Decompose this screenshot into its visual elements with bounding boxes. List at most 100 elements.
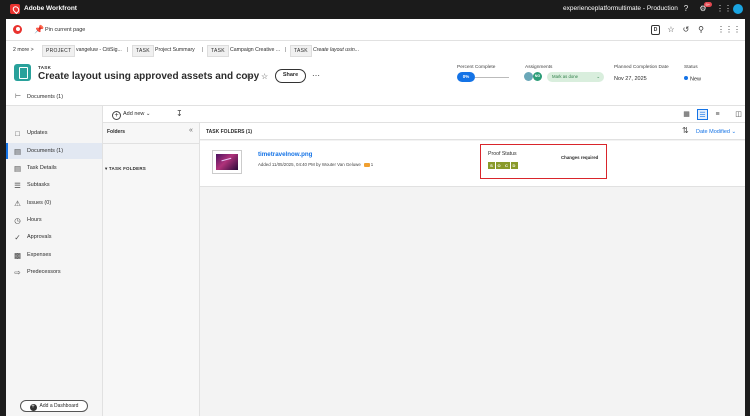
breadcrumb-current: Create layout usin... [313, 47, 360, 53]
search-icon[interactable]: ⚲ [696, 25, 706, 35]
side-panel-icon[interactable]: ◫ [733, 109, 744, 120]
frame-right [745, 19, 750, 416]
nav-item-label: Expenses [27, 252, 52, 258]
chevron-down-icon[interactable]: ⌄ [596, 72, 600, 82]
breadcrumb-task-link[interactable]: Project Summary [155, 45, 195, 55]
status-badge: New [684, 76, 701, 82]
comment-icon[interactable] [363, 162, 370, 167]
add-dashboard-label: Add a Dashboard [39, 403, 79, 409]
comment-count: 1 [370, 162, 374, 167]
pin-icon[interactable]: 📌 [34, 25, 44, 34]
global-header: Adobe Workfront experienceplatformultima… [0, 0, 750, 19]
add-new-button[interactable]: + Add new ⌄ [112, 109, 151, 120]
nav-item-label: Task Details [27, 165, 57, 171]
clock-icon: ◷ [14, 216, 21, 225]
task-type-label: TASK [38, 65, 52, 70]
breadcrumb-more[interactable]: 2 more > [13, 45, 34, 55]
planned-completion-field[interactable]: Planned Completion Date Nov 27, 2025 [614, 65, 669, 82]
folders-pane: Folders « ▾ TASK FOLDERS [103, 123, 200, 416]
folders-header: Folders [107, 129, 126, 135]
chat-icon: □ [15, 129, 20, 138]
star-icon[interactable]: ☆ [666, 25, 676, 35]
grid-view-icon[interactable]: ▦ [681, 109, 692, 120]
proof-stage-bar[interactable]: S O C D [488, 162, 518, 169]
collapse-icon[interactable]: « [189, 127, 193, 134]
document-row[interactable]: timetravelnow.png Added 11/05/2025, 04:4… [200, 141, 745, 187]
nav-item-updates[interactable]: □ Updates [6, 125, 102, 141]
nav-item-expenses[interactable]: ▩ Expenses [6, 247, 102, 263]
sort-dropdown[interactable]: Date Modified ⌄ [696, 129, 736, 135]
nav-item-approvals[interactable]: ✓ Approvals [6, 229, 102, 245]
document-letter-icon[interactable]: D [651, 25, 660, 35]
nav-item-issues[interactable]: ⚠ Issues (0) [6, 195, 102, 211]
nav-item-subtasks[interactable]: ☰ Subtasks [6, 177, 102, 193]
sort-icon[interactable]: ⇅ [682, 126, 689, 136]
mark-as-done-label: Mark as done [552, 74, 579, 79]
document-name-link[interactable]: timetravelnow.png [258, 151, 312, 158]
nav-item-hours[interactable]: ◷ Hours [6, 212, 102, 228]
favorite-star-icon[interactable]: ☆ [261, 72, 268, 82]
thumbnail-image [216, 154, 238, 170]
environment-switcher[interactable]: experienceplatformultimate - Production [563, 5, 678, 12]
breadcrumb-tag-project: PROJECT [42, 45, 76, 57]
task-folders-tree[interactable]: ▾ TASK FOLDERS [105, 166, 146, 172]
pin-current-page-button[interactable]: Pin current page [45, 27, 85, 33]
apps-grid-icon[interactable]: ⋮⋮ [716, 4, 732, 14]
divider [103, 143, 199, 144]
nav-item-label: Approvals [27, 234, 52, 240]
breadcrumb-task-link[interactable]: Campaign Creative ... [230, 45, 280, 55]
sort-label: Date Modified [696, 129, 730, 135]
breadcrumb-tag-task: TASK [207, 45, 229, 57]
percent-complete-slider[interactable]: 0% [457, 72, 509, 82]
issues-icon: ⚠ [14, 199, 21, 208]
percent-complete-track[interactable] [475, 76, 509, 78]
adobe-logo-icon[interactable] [10, 4, 20, 14]
compact-list-icon[interactable]: ≡ [712, 109, 723, 120]
status-label: Status [684, 65, 698, 70]
app-brand[interactable]: Adobe Workfront [24, 5, 77, 12]
nav-item-predecessors[interactable]: ⇨ Predecessors [6, 264, 102, 280]
history-icon[interactable]: ↺ [681, 25, 691, 35]
list-view-icon[interactable]: ☰ [697, 109, 708, 120]
proof-status-value[interactable]: Changes required [561, 155, 598, 160]
nav-item-label: Hours [27, 217, 42, 223]
percent-complete-label: Percent Complete [457, 65, 496, 70]
assignee-avatar[interactable] [524, 72, 533, 81]
download-icon[interactable]: ↧ [176, 109, 183, 119]
document-thumbnail[interactable] [212, 150, 242, 174]
planned-completion-value: Nov 27, 2025 [614, 76, 647, 82]
task-folders-count: TASK FOLDERS (1) [206, 129, 253, 135]
help-icon[interactable]: ? [681, 4, 691, 14]
nav-item-documents[interactable]: ▤ Documents (1) [6, 143, 102, 159]
add-dashboard-button[interactable]: + Add a Dashboard [20, 400, 88, 412]
document-added-text: Added 11/05/2025, 04:40 PM by Wouter Van… [258, 162, 361, 167]
main-menu-grid-icon[interactable]: ⋮⋮⋮ [717, 25, 741, 35]
document-added-info: Added 11/05/2025, 04:40 PM by Wouter Van… [258, 162, 373, 167]
assignee-avatar[interactable]: NG [533, 72, 542, 81]
user-avatar[interactable] [733, 4, 743, 14]
nav-item-label: Issues (0) [27, 200, 52, 206]
breadcrumb-tag-task: TASK [290, 45, 312, 57]
task-folders-label: TASK FOLDERS [108, 166, 146, 171]
task-type-icon [14, 64, 31, 81]
breadcrumb-separator: | [202, 47, 204, 53]
page-title[interactable]: Create layout using approved assets and … [38, 71, 259, 82]
collapse-panel-icon[interactable]: ⊢ [15, 93, 21, 101]
expenses-icon: ▩ [13, 251, 22, 260]
nav-item-task-details[interactable]: ▤ Task Details [6, 160, 102, 176]
percent-complete-field: Percent Complete [457, 65, 495, 70]
documents-section-title: Documents (1) [27, 94, 64, 100]
proof-stage: D [510, 162, 518, 169]
workfront-logo-icon[interactable] [13, 25, 22, 34]
proof-stage: S [488, 162, 495, 169]
more-options-icon[interactable]: ⋯ [312, 71, 320, 81]
share-button[interactable]: Share [275, 69, 306, 83]
plus-icon: + [29, 404, 37, 412]
breadcrumb-project-link[interactable]: vangeluw - CitiSig... [76, 45, 122, 55]
nav-item-label: Predecessors [27, 269, 61, 275]
hierarchy-icon[interactable]: ⊢ [247, 72, 254, 82]
status-field[interactable]: Status New [684, 65, 701, 82]
documents-section-header: ⊢ Documents (1) [6, 90, 745, 105]
predecessors-icon: ⇨ [14, 268, 21, 277]
mark-as-done-button[interactable]: Mark as done ⌄ [547, 72, 604, 82]
